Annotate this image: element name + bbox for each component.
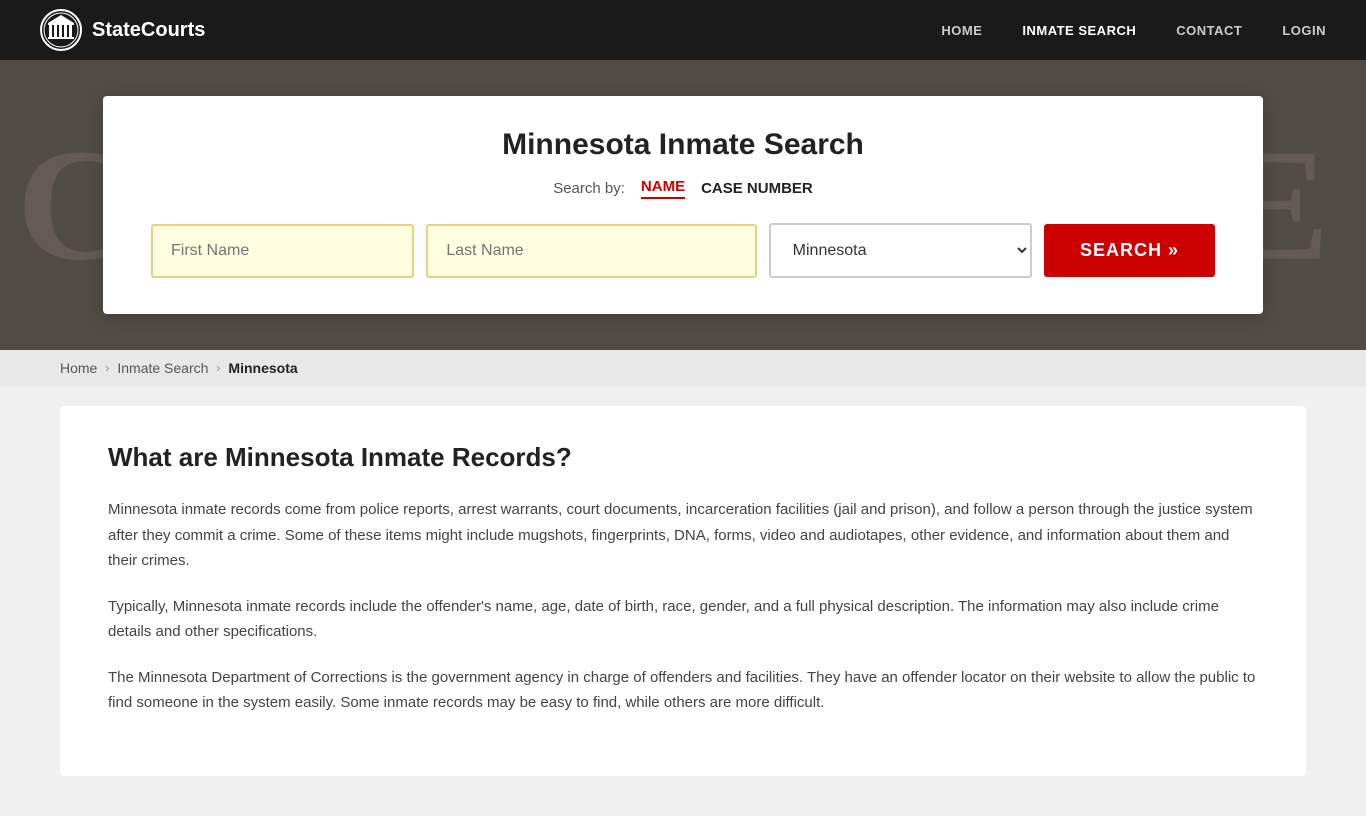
nav-home[interactable]: HOME (941, 23, 982, 38)
content-paragraph-1: Minnesota inmate records come from polic… (108, 497, 1258, 574)
content-area: What are Minnesota Inmate Records? Minne… (0, 386, 1366, 816)
breadcrumb-chevron-2: › (216, 361, 220, 375)
hero-section: COURTHOUSE Minnesota Inmate Search Searc… (0, 60, 1366, 350)
search-by-label: Search by: (553, 180, 625, 197)
content-paragraph-2: Typically, Minnesota inmate records incl… (108, 594, 1258, 645)
site-header: StateCourts HOME INMATE SEARCH CONTACT L… (0, 0, 1366, 60)
first-name-input[interactable] (151, 224, 414, 278)
content-paragraph-3: The Minnesota Department of Corrections … (108, 665, 1258, 716)
tab-case-number[interactable]: CASE NUMBER (701, 180, 813, 197)
nav-inmate-search[interactable]: INMATE SEARCH (1022, 23, 1136, 38)
breadcrumb-inmate-search[interactable]: Inmate Search (117, 360, 208, 376)
logo[interactable]: StateCourts (40, 9, 205, 51)
content-card: What are Minnesota Inmate Records? Minne… (60, 406, 1306, 776)
breadcrumb: Home › Inmate Search › Minnesota (0, 350, 1366, 386)
page-title: Minnesota Inmate Search (151, 128, 1215, 162)
search-inputs: Minnesota Alabama Alaska Arizona Arkansa… (151, 223, 1215, 278)
logo-icon (40, 9, 82, 51)
search-by-row: Search by: NAME CASE NUMBER (151, 178, 1215, 199)
nav-login[interactable]: LOGIN (1282, 23, 1326, 38)
breadcrumb-home[interactable]: Home (60, 360, 97, 376)
breadcrumb-chevron-1: › (105, 361, 109, 375)
main-nav: HOME INMATE SEARCH CONTACT LOGIN (941, 23, 1326, 38)
logo-text: StateCourts (92, 19, 205, 42)
last-name-input[interactable] (426, 224, 756, 278)
content-title: What are Minnesota Inmate Records? (108, 442, 1258, 473)
tab-name[interactable]: NAME (641, 178, 685, 199)
nav-contact[interactable]: CONTACT (1176, 23, 1242, 38)
search-button[interactable]: SEARCH » (1044, 224, 1215, 277)
breadcrumb-current: Minnesota (228, 360, 297, 376)
state-select[interactable]: Minnesota Alabama Alaska Arizona Arkansa… (769, 223, 1032, 278)
search-card: Minnesota Inmate Search Search by: NAME … (103, 96, 1263, 314)
